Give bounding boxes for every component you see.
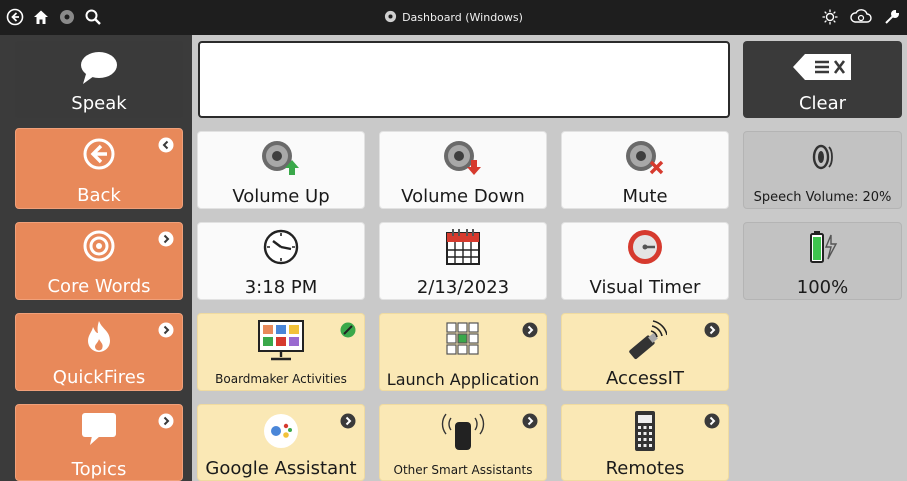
visual-timer-button[interactable]: Visual Timer (561, 222, 729, 300)
boardmaker-activities-label: Boardmaker Activities (215, 372, 347, 386)
speaker-down-icon (444, 141, 481, 175)
speech-volume-button[interactable]: Speech Volume: 20% (743, 131, 902, 209)
app-grid-icon (446, 322, 479, 355)
forward-corner-icon (522, 322, 538, 338)
speech-bubble-icon (81, 52, 117, 84)
sidebar-item-core-words[interactable]: Core Words (15, 222, 183, 300)
clear-button[interactable]: Clear (743, 41, 902, 118)
remotes-button[interactable]: Remotes (561, 404, 729, 481)
boardmaker-icon (258, 320, 304, 361)
other-smart-assistants-label: Other Smart Assistants (393, 463, 533, 477)
remote-icon (635, 411, 655, 451)
timer-icon (628, 230, 662, 264)
battery-status: 100% (743, 222, 902, 300)
google-assistant-button[interactable]: Google Assistant (197, 404, 365, 481)
forward-corner-icon (158, 413, 174, 429)
tools-icon[interactable] (883, 8, 901, 26)
time-label: 3:18 PM (244, 277, 318, 298)
volume-up-label: Volume Up (232, 186, 330, 207)
mute-button[interactable]: Mute (561, 131, 729, 209)
forward-corner-icon (704, 413, 720, 429)
title-bar: Dashboard (Windows) (0, 0, 907, 35)
google-assistant-icon (264, 414, 298, 448)
window-title: Dashboard (Windows) (402, 11, 523, 24)
window-title-container: Dashboard (Windows) (0, 10, 907, 24)
sidebar-item-label: Back (77, 185, 121, 206)
brightness-icon[interactable] (821, 8, 839, 26)
remotes-label: Remotes (605, 458, 685, 479)
volume-down-button[interactable]: Volume Down (379, 131, 547, 209)
date-button[interactable]: 2/13/2023 (379, 222, 547, 300)
dashboard-gear-icon (384, 10, 397, 23)
google-assistant-label: Google Assistant (205, 458, 357, 479)
volume-up-button[interactable]: Volume Up (197, 131, 365, 209)
sidebar-item-label: Topics (71, 459, 127, 480)
speaker-up-icon (262, 141, 299, 175)
title-bar-right-icons (821, 8, 901, 26)
speech-volume-label: Speech Volume: 20% (753, 190, 892, 205)
smart-speaker-icon (441, 413, 485, 450)
cloud-sync-icon[interactable] (849, 8, 873, 26)
clear-label: Clear (798, 93, 847, 114)
forward-corner-icon (158, 231, 174, 247)
boardmaker-activities-button[interactable]: Boardmaker Activities (197, 313, 365, 391)
visual-timer-label: Visual Timer (589, 277, 701, 298)
back-arrow-icon (83, 138, 115, 170)
accessit-button[interactable]: AccessIT (561, 313, 729, 391)
forward-corner-icon (158, 322, 174, 338)
calendar-icon (446, 229, 480, 265)
boardmaker-corner-icon (340, 322, 356, 338)
date-label: 2/13/2023 (416, 277, 510, 298)
speak-button[interactable]: Speak (15, 41, 183, 118)
sidebar-item-label: Core Words (47, 276, 151, 297)
battery-label: 100% (796, 277, 849, 298)
forward-corner-icon (340, 413, 356, 429)
sidebar-item-label: QuickFires (52, 367, 146, 388)
sidebar-item-topics[interactable]: Topics (15, 404, 183, 481)
accessit-label: AccessIT (606, 368, 684, 389)
forward-corner-icon (704, 322, 720, 338)
usb-wireless-icon (629, 320, 667, 360)
back-corner-icon (158, 137, 174, 153)
fire-icon (88, 321, 110, 352)
sidebar-item-quickfires[interactable]: QuickFires (15, 313, 183, 391)
forward-corner-icon (522, 413, 538, 429)
sidebar-item-back[interactable]: Back (15, 128, 183, 209)
volume-down-label: Volume Down (401, 186, 525, 207)
target-icon (83, 230, 115, 262)
speaker-mute-icon (626, 141, 664, 175)
speaker-icon (812, 144, 833, 170)
launch-application-label: Launch Application (386, 370, 540, 389)
speech-bubble-icon (82, 413, 116, 445)
battery-charging-icon (809, 231, 837, 263)
other-smart-assistants-button[interactable]: Other Smart Assistants (379, 404, 547, 481)
clock-button[interactable]: 3:18 PM (197, 222, 365, 300)
launch-application-button[interactable]: Launch Application (379, 313, 547, 391)
clear-backspace-icon (792, 54, 851, 80)
mute-label: Mute (622, 186, 668, 207)
clock-icon (263, 229, 299, 265)
message-window[interactable] (198, 41, 730, 118)
speak-label: Speak (71, 93, 127, 114)
